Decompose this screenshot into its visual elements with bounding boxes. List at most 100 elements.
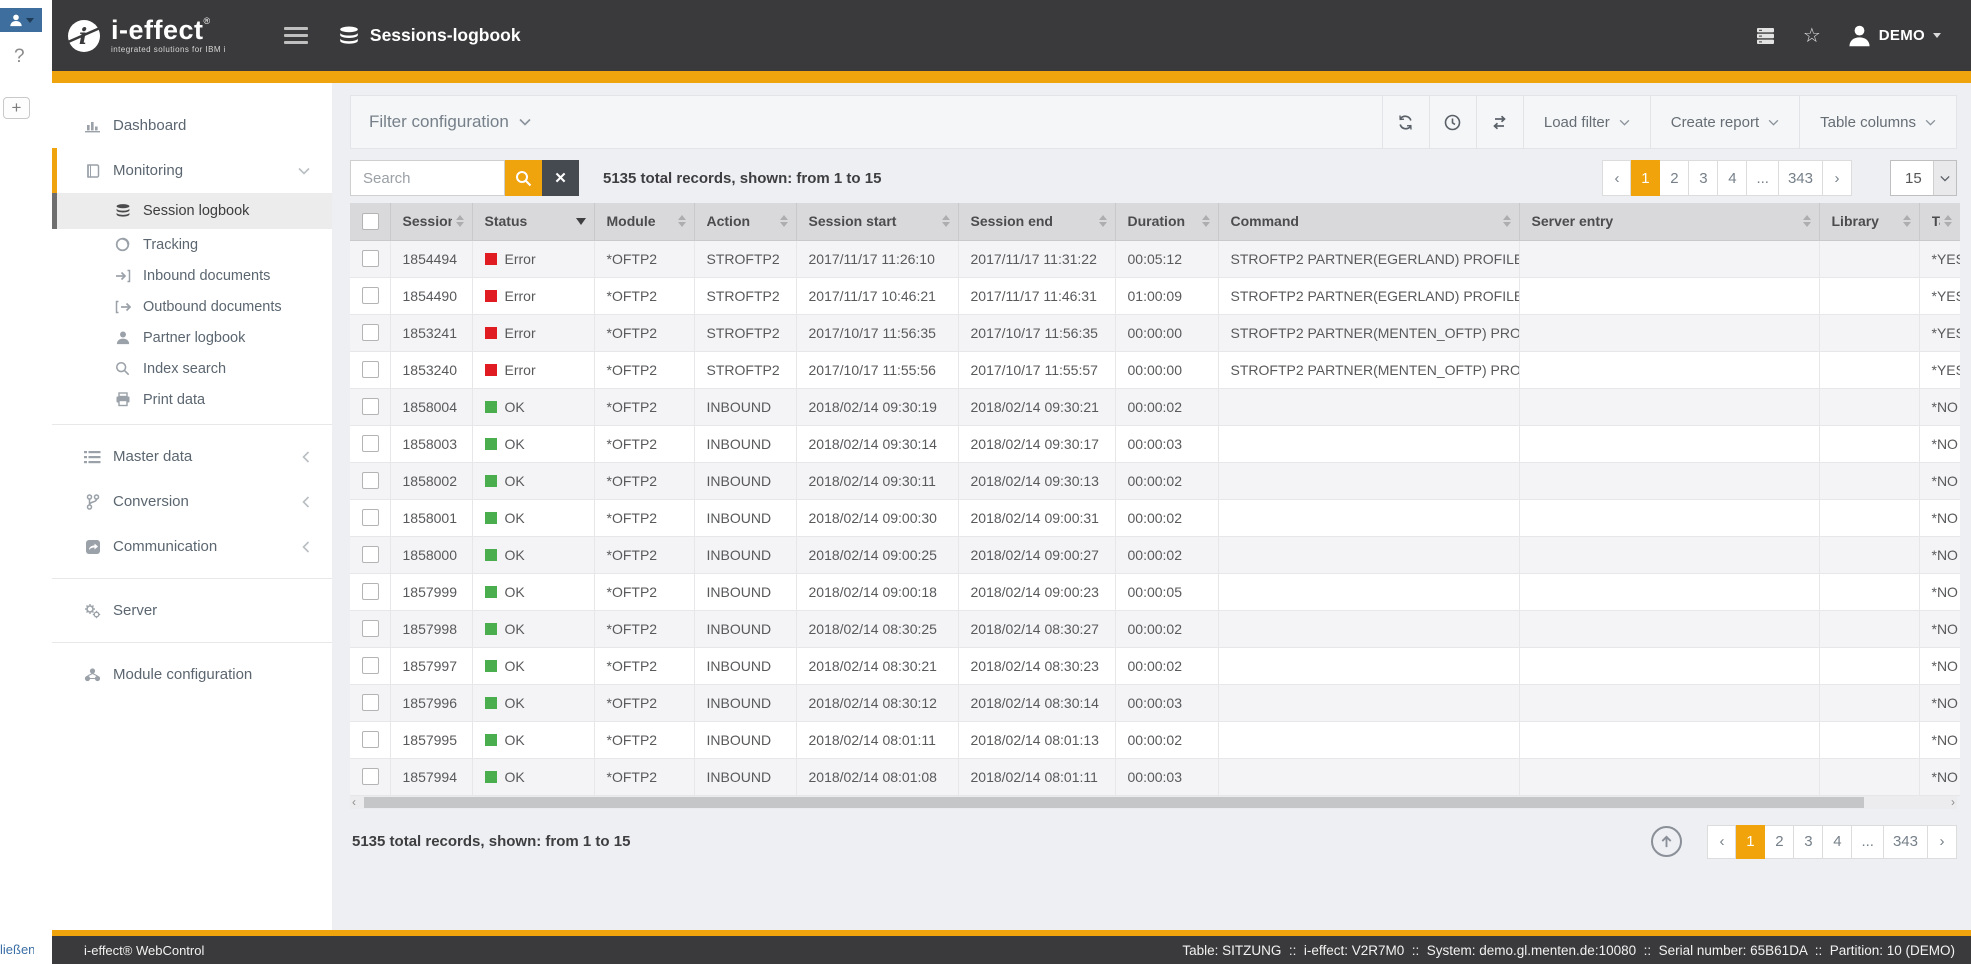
column-header-server_entry[interactable]: Server entry: [1519, 203, 1819, 240]
cell-command: [1218, 388, 1519, 425]
column-header-session[interactable]: Session: [390, 203, 472, 240]
column-header-library[interactable]: Library: [1819, 203, 1919, 240]
horizontal-scrollbar[interactable]: ‹ ›: [350, 796, 1957, 809]
cell-duration: 00:00:03: [1115, 758, 1218, 795]
pagination-page-...[interactable]: ...: [1747, 160, 1779, 196]
column-header-end[interactable]: Session end: [958, 203, 1115, 240]
cell-end: 2017/10/17 11:55:57: [958, 351, 1115, 388]
sidebar-item-server[interactable]: Server: [52, 588, 332, 633]
pagination-page-3[interactable]: 3: [1794, 825, 1823, 859]
page-size-select[interactable]: 15: [1890, 160, 1957, 196]
cell-end: 2017/11/17 11:31:22: [958, 240, 1115, 277]
row-checkbox[interactable]: [362, 324, 379, 341]
row-checkbox[interactable]: [362, 546, 379, 563]
table-row-session-1857995: 1857995OK*OFTP2INBOUND2018/02/14 08:01:1…: [350, 721, 1960, 758]
sidebar-item-index-search[interactable]: Index search: [52, 353, 332, 384]
column-header-module[interactable]: Module: [594, 203, 694, 240]
row-checkbox[interactable]: [362, 435, 379, 452]
table-columns-dropdown[interactable]: Table columns: [1799, 96, 1956, 148]
favorites-star-icon[interactable]: ☆: [1803, 23, 1821, 48]
select-all-checkbox[interactable]: [362, 213, 379, 230]
menu-toggle-icon[interactable]: [284, 27, 308, 44]
sort-icon: [1944, 215, 1952, 227]
sidebar-item-module-configuration[interactable]: Module configuration: [52, 652, 332, 697]
pagination-page-343[interactable]: 343: [1884, 825, 1928, 859]
pagination-page-2[interactable]: 2: [1765, 825, 1794, 859]
column-header-duration[interactable]: Duration: [1115, 203, 1218, 240]
row-checkbox[interactable]: [362, 472, 379, 489]
column-header-status[interactable]: Status: [472, 203, 594, 240]
row-checkbox[interactable]: [362, 250, 379, 267]
pagination-next-button[interactable]: ›: [1928, 825, 1957, 859]
sidebar-item-label: Conversion: [113, 493, 189, 510]
pagination-page-1[interactable]: 1: [1631, 160, 1660, 196]
pagination-page-...[interactable]: ...: [1852, 825, 1884, 859]
cell-task: *NO: [1919, 425, 1960, 462]
sidebar-item-master-data[interactable]: Master data: [52, 434, 332, 479]
scroll-to-top-button[interactable]: [1651, 826, 1682, 857]
sidebar-item-conversion[interactable]: Conversion: [52, 479, 332, 524]
row-checkbox[interactable]: [362, 583, 379, 600]
cell-module: *OFTP2: [594, 314, 694, 351]
sidebar-item-tracking[interactable]: Tracking: [52, 229, 332, 260]
load-filter-dropdown[interactable]: Load filter: [1523, 96, 1650, 148]
row-checkbox[interactable]: [362, 768, 379, 785]
column-header-task[interactable]: Task: [1919, 203, 1960, 240]
sidebar-item-monitoring[interactable]: Monitoring: [52, 148, 332, 193]
sidebar-item-dashboard[interactable]: Dashboard: [52, 103, 332, 148]
row-checkbox[interactable]: [362, 694, 379, 711]
pagination-next-button[interactable]: ›: [1823, 160, 1852, 196]
pagination-page-4[interactable]: 4: [1823, 825, 1852, 859]
column-header-command[interactable]: Command: [1218, 203, 1519, 240]
chevron-down-icon: [1933, 161, 1956, 195]
search-button[interactable]: [505, 160, 542, 196]
cell-end: 2018/02/14 08:01:11: [958, 758, 1115, 795]
pagination-prev-button[interactable]: ‹: [1602, 160, 1631, 196]
refresh-button[interactable]: [1382, 96, 1429, 148]
row-checkbox[interactable]: [362, 731, 379, 748]
row-checkbox[interactable]: [362, 287, 379, 304]
row-checkbox[interactable]: [362, 620, 379, 637]
cell-library: [1819, 240, 1919, 277]
row-checkbox[interactable]: [362, 398, 379, 415]
close-link-clipped[interactable]: ließen: [0, 942, 34, 957]
cell-module: *OFTP2: [594, 721, 694, 758]
pagination-page-343[interactable]: 343: [1779, 160, 1823, 196]
cell-checkbox: [350, 240, 390, 277]
server-queue-icon[interactable]: [1755, 27, 1776, 45]
search-input[interactable]: [350, 160, 505, 196]
row-checkbox[interactable]: [362, 509, 379, 526]
auto-reload-button[interactable]: [1476, 96, 1523, 148]
history-button[interactable]: [1429, 96, 1476, 148]
pagination-page-4[interactable]: 4: [1718, 160, 1747, 196]
scrollbar-thumb[interactable]: [364, 797, 1864, 808]
cell-task: *NO: [1919, 388, 1960, 425]
pagination-page-3[interactable]: 3: [1689, 160, 1718, 196]
sidebar-item-communication[interactable]: Communication: [52, 524, 332, 569]
scroll-right-icon[interactable]: ›: [1951, 795, 1955, 809]
sidebar-item-print-data[interactable]: Print data: [52, 384, 332, 415]
app-logo[interactable]: i i-effect® integrated solutions for IBM…: [66, 17, 226, 54]
cell-action: STROFTP2: [694, 314, 796, 351]
scroll-left-icon[interactable]: ‹: [352, 795, 356, 809]
row-checkbox[interactable]: [362, 361, 379, 378]
help-button[interactable]: ?: [14, 46, 25, 68]
column-header-start[interactable]: Session start: [796, 203, 958, 240]
column-header-action[interactable]: Action: [694, 203, 796, 240]
add-widget-button[interactable]: +: [3, 97, 30, 119]
sidebar-item-inbound-documents[interactable]: Inbound documents: [52, 260, 332, 291]
pagination-prev-button[interactable]: ‹: [1707, 825, 1736, 859]
create-report-dropdown[interactable]: Create report: [1650, 96, 1799, 148]
pagination-page-1[interactable]: 1: [1736, 825, 1765, 859]
clear-search-button[interactable]: ✕: [542, 160, 579, 196]
filter-configuration-toggle[interactable]: Filter configuration: [351, 96, 1382, 148]
pagination-page-2[interactable]: 2: [1660, 160, 1689, 196]
sort-icon: [1903, 215, 1911, 227]
sidebar-item-session-logbook[interactable]: Session logbook: [52, 193, 332, 229]
user-menu[interactable]: DEMO: [1848, 24, 1941, 47]
sidebar-item-partner-logbook[interactable]: Partner logbook: [52, 322, 332, 353]
sidebar-item-outbound-documents[interactable]: Outbound documents: [52, 291, 332, 322]
row-checkbox[interactable]: [362, 657, 379, 674]
user-widget[interactable]: [0, 8, 42, 32]
table-row-session-1853241: 1853241Error*OFTP2STROFTP22017/10/17 11:…: [350, 314, 1960, 351]
